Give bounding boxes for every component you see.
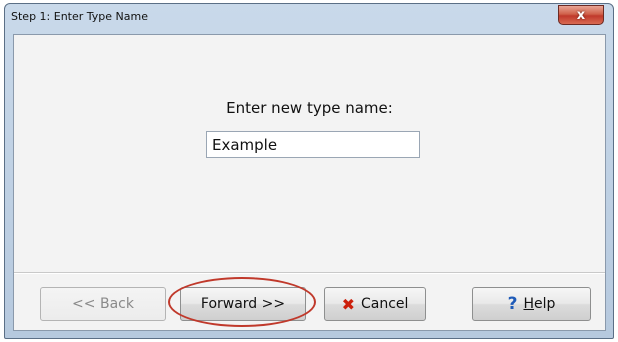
window-title: Step 1: Enter Type Name [11, 10, 148, 23]
help-question-icon: ? [507, 294, 518, 314]
dialog-content: Enter new type name: << Back Forward >> … [13, 34, 606, 331]
type-name-prompt: Enter new type name: [226, 99, 393, 117]
close-icon: x [576, 7, 586, 23]
back-button[interactable]: << Back [40, 287, 166, 321]
button-divider [14, 272, 605, 274]
dialog-window: Step 1: Enter Type Name x Enter new type… [4, 3, 614, 339]
help-button[interactable]: ? Help [472, 287, 591, 321]
type-name-input[interactable] [206, 131, 420, 158]
forward-button[interactable]: Forward >> [180, 287, 306, 321]
help-label-rest: elp [534, 296, 556, 312]
back-button-label: << Back [72, 296, 134, 312]
help-accelerator: H [523, 296, 534, 312]
cancel-button[interactable]: ✖ Cancel [324, 287, 426, 321]
cancel-button-label: Cancel [360, 296, 409, 312]
title-bar[interactable]: Step 1: Enter Type Name x [5, 4, 613, 34]
forward-button-label: Forward >> [200, 296, 286, 312]
help-button-label: Help [523, 296, 555, 312]
cancel-x-icon: ✖ [341, 294, 355, 314]
close-button[interactable]: x [558, 5, 604, 25]
